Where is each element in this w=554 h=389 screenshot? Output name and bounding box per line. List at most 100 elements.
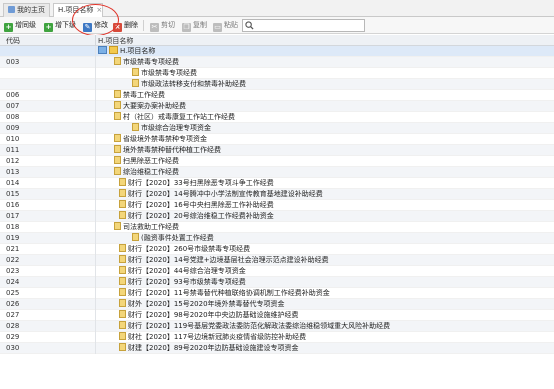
row-code: 019 <box>6 234 20 242</box>
paste-button[interactable]: ▭ 粘贴 <box>213 19 238 32</box>
table-row[interactable]: 030 财建【2020】89号2020年边防基础设施建设专项资金 <box>0 343 554 354</box>
file-icon <box>119 255 126 263</box>
tree-root-row[interactable]: H.项目名称 <box>0 46 554 57</box>
row-name: 财行【2020】14号党建+边境基层社会治理示范点建设补助经费 <box>119 255 329 266</box>
row-label: 省级境外禁毒禁种专项资金 <box>123 135 207 143</box>
table-row[interactable]: 017 财行【2020】20号综治维稳工作经费补助资金 <box>0 211 554 222</box>
row-code: 015 <box>6 190 20 198</box>
row-code: 022 <box>6 256 20 264</box>
column-divider <box>95 79 96 90</box>
row-name: 扫黑除恶工作经费 <box>114 156 179 167</box>
column-header-code[interactable]: 代码 <box>6 36 20 46</box>
row-name: 村（社区）戒毒康复工作站工作经费 <box>114 112 235 123</box>
tree-grid-header: 代码 H.项目名称 <box>0 35 554 46</box>
table-row[interactable]: 007 大要案办案补助经费 <box>0 101 554 112</box>
table-row[interactable]: 024 财行【2020】93号市级禁毒专项经费 <box>0 277 554 288</box>
edit-button[interactable]: ✎ 修改 <box>83 19 108 32</box>
row-label: 财社【2020】117号边境新冠肺炎疫情省级防控补助经费 <box>128 333 307 341</box>
column-header-name[interactable]: H.项目名称 <box>98 36 133 46</box>
row-name: 境外禁毒禁种替代种植工作经费 <box>114 145 221 156</box>
table-row[interactable]: 016 财行【2020】16号中央扫黑除恶工作补助经费 <box>0 200 554 211</box>
table-row[interactable]: 008 村（社区）戒毒康复工作站工作经费 <box>0 112 554 123</box>
row-code: 028 <box>6 322 20 330</box>
delete-button[interactable]: × 删除 <box>113 19 138 32</box>
file-icon <box>119 200 126 208</box>
row-label: 扫黑除恶工作经费 <box>123 157 179 165</box>
row-name: 市级禁毒专项经费 <box>132 68 197 79</box>
file-icon <box>132 68 139 76</box>
row-name: 省级境外禁毒禁种专项资金 <box>114 134 207 145</box>
table-row[interactable]: 013 综治维稳工作经费 <box>0 167 554 178</box>
table-row[interactable]: 028 财行【2020】119号基层党委政法委防范化解政法委综治维稳领域重大风险补… <box>0 321 554 332</box>
search-icon <box>245 21 254 30</box>
column-divider <box>95 321 96 332</box>
close-icon[interactable]: × <box>96 6 102 14</box>
row-code: 007 <box>6 102 20 110</box>
row-label: (融资事件处置工作经费 <box>141 234 214 242</box>
table-row[interactable]: 026 财外【2020】15号2020年境外禁毒替代专项资金 <box>0 299 554 310</box>
search-input[interactable] <box>242 19 365 32</box>
row-name: 财社【2020】117号边境新冠肺炎疫情省级防控补助经费 <box>119 332 306 343</box>
row-label: 市级禁毒专项经费 <box>123 58 179 66</box>
row-label: 财行【2020】98号2020年中央边防基础设施维护经费 <box>128 311 299 319</box>
table-row[interactable]: 027 财行【2020】98号2020年中央边防基础设施维护经费 <box>0 310 554 321</box>
table-row[interactable]: 011 境外禁毒禁种替代种植工作经费 <box>0 145 554 156</box>
table-row[interactable]: 009 市级综合治理专项资金 <box>0 123 554 134</box>
copy-button[interactable]: ❐ 复制 <box>182 19 207 32</box>
table-row[interactable]: 010 省级境外禁毒禁种专项资金 <box>0 134 554 145</box>
column-divider <box>95 68 96 79</box>
table-row[interactable]: 市级政法转移支付和禁毒补助经费 <box>0 79 554 90</box>
add-child-button[interactable]: + 增下级 <box>44 19 76 32</box>
table-row[interactable]: 021 财行【2020】260号市级禁毒专项经费 <box>0 244 554 255</box>
column-divider <box>95 266 96 277</box>
row-name: 禁毒工作经费 <box>114 90 165 101</box>
row-name: 财建【2020】89号2020年边防基础设施建设专项资金 <box>119 343 299 354</box>
table-row[interactable]: 018 司法救助工作经费 <box>0 222 554 233</box>
row-name: 市级禁毒专项经费 <box>114 57 179 68</box>
table-row[interactable]: 015 财行【2020】14号腾冲中小学法制宣传教育基地建设补助经费 <box>0 189 554 200</box>
column-divider <box>95 189 96 200</box>
file-icon <box>119 343 126 351</box>
table-row[interactable]: 012 扫黑除恶工作经费 <box>0 156 554 167</box>
tab-home[interactable]: 我的主页 <box>3 3 50 17</box>
table-row[interactable]: 023 财行【2020】44号综合治理专项资金 <box>0 266 554 277</box>
column-divider <box>95 178 96 189</box>
toolbar: + 增同级 + 增下级 ✎ 修改 × 删除 ✂ 剪切 ❐ 复制 ▭ 粘贴 <box>0 17 554 34</box>
file-icon <box>119 266 126 274</box>
row-label: 综治维稳工作经费 <box>123 168 179 176</box>
table-row[interactable]: 014 财行【2020】33号扫黑除恶专项斗争工作经费 <box>0 178 554 189</box>
row-name: 财行【2020】20号综治维稳工作经费补助资金 <box>119 211 274 222</box>
column-divider <box>95 57 96 68</box>
row-name: 财行【2020】119号基层党委政法委防范化解政法委综治维稳领域重大风险补助经费 <box>119 321 390 332</box>
table-row[interactable]: 003 市级禁毒专项经费 <box>0 57 554 68</box>
row-code: 017 <box>6 212 20 220</box>
table-row[interactable]: 006 禁毒工作经费 <box>0 90 554 101</box>
row-label: 境外禁毒禁种替代种植工作经费 <box>123 146 221 154</box>
table-row[interactable]: 019 (融资事件处置工作经费 <box>0 233 554 244</box>
row-name: 市级政法转移支付和禁毒补助经费 <box>132 79 246 90</box>
row-label: 大要案办案补助经费 <box>123 102 186 110</box>
paste-icon: ▭ <box>213 23 222 32</box>
row-name: (融资事件处置工作经费 <box>132 233 214 244</box>
file-icon <box>114 101 121 109</box>
row-name: 大要案办案补助经费 <box>114 101 186 112</box>
column-divider <box>95 101 96 112</box>
delete-icon: × <box>113 23 122 32</box>
file-icon <box>114 90 121 98</box>
tab-project-name[interactable]: H.项目名称 × <box>53 3 103 18</box>
table-row[interactable]: 029 财社【2020】117号边境新冠肺炎疫情省级防控补助经费 <box>0 332 554 343</box>
column-divider <box>95 310 96 321</box>
column-divider <box>95 156 96 167</box>
table-row[interactable]: 025 财行【2020】11号禁毒替代种植联络协调机制工作经费补助资金 <box>0 288 554 299</box>
tree-root-label: H.项目名称 <box>120 47 156 55</box>
file-icon <box>114 134 121 142</box>
table-row[interactable]: 市级禁毒专项经费 <box>0 68 554 79</box>
file-icon <box>119 189 126 197</box>
column-divider <box>95 145 96 156</box>
add-sibling-button[interactable]: + 增同级 <box>4 19 36 32</box>
tab-project-name-label: H.项目名称 <box>58 6 94 14</box>
row-code: 018 <box>6 223 20 231</box>
file-icon <box>132 123 139 131</box>
cut-button[interactable]: ✂ 剪切 <box>150 19 175 32</box>
table-row[interactable]: 022 财行【2020】14号党建+边境基层社会治理示范点建设补助经费 <box>0 255 554 266</box>
